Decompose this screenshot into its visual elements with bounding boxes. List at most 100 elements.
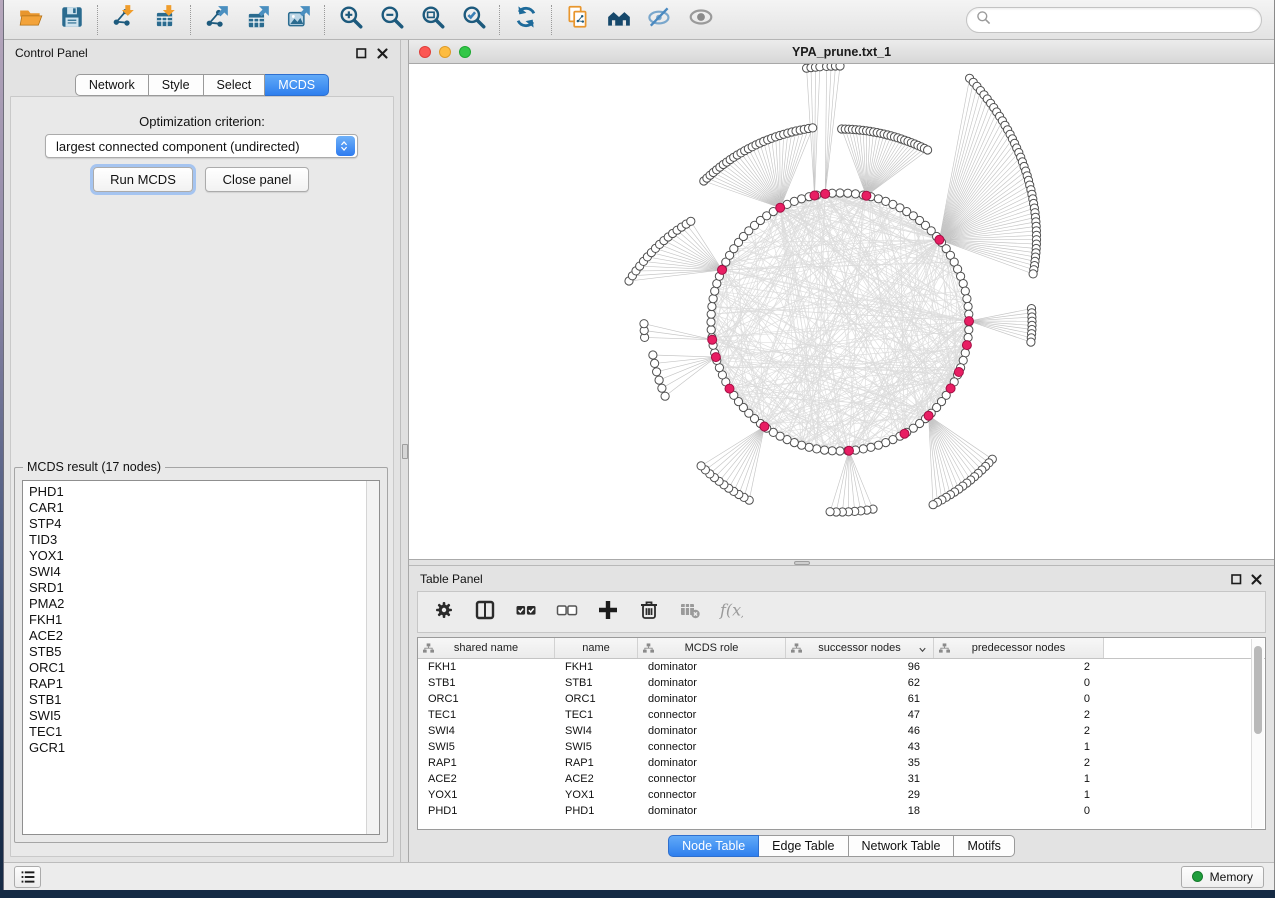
splitter-handle[interactable] bbox=[402, 444, 408, 459]
zoom-out-button[interactable] bbox=[371, 3, 412, 36]
export-image-button[interactable] bbox=[278, 3, 319, 36]
save-button[interactable] bbox=[51, 3, 92, 36]
import-table-button[interactable] bbox=[144, 3, 185, 36]
mcds-result-item[interactable]: ORC1 bbox=[23, 660, 379, 676]
float-icon[interactable] bbox=[355, 47, 368, 60]
mcds-result-item[interactable]: SRD1 bbox=[23, 580, 379, 596]
tab-network-table[interactable]: Network Table bbox=[849, 835, 955, 857]
cell-predecessor-nodes: 1 bbox=[934, 739, 1104, 755]
mcds-result-list[interactable]: PHD1CAR1STP4TID3YOX1SWI4SRD1PMA2FKH1ACE2… bbox=[22, 480, 380, 835]
mcds-result-item[interactable]: PMA2 bbox=[23, 596, 379, 612]
mcds-result-item[interactable]: STB5 bbox=[23, 644, 379, 660]
mcds-result-item[interactable]: ACE2 bbox=[23, 628, 379, 644]
zoom-selected-icon bbox=[461, 4, 487, 35]
close-icon[interactable] bbox=[376, 47, 389, 60]
mcds-result-item[interactable]: GCR1 bbox=[23, 740, 379, 756]
mcds-result-item[interactable]: STB1 bbox=[23, 692, 379, 708]
app-window: Control Panel NetworkStyleSelectMCDS Opt… bbox=[3, 0, 1275, 890]
show-all-button[interactable] bbox=[680, 3, 721, 36]
delete-button[interactable] bbox=[633, 596, 665, 628]
column-header-name[interactable]: name bbox=[555, 638, 638, 658]
mcds-result-item[interactable]: CAR1 bbox=[23, 500, 379, 516]
zoom-selected-button[interactable] bbox=[453, 3, 494, 36]
table-row[interactable]: YOX1YOX1connector291 bbox=[418, 787, 1265, 803]
cell-name: SWI5 bbox=[555, 739, 638, 755]
export-network-button[interactable] bbox=[196, 3, 237, 36]
search-field[interactable] bbox=[966, 7, 1262, 33]
table-row[interactable]: PHD1PHD1dominator180 bbox=[418, 803, 1265, 819]
toolbar-separator bbox=[97, 5, 98, 35]
mcds-result-item[interactable]: TEC1 bbox=[23, 724, 379, 740]
gear-button[interactable] bbox=[428, 596, 460, 628]
column-header-MCDS-role[interactable]: MCDS role bbox=[638, 638, 786, 658]
columns-button[interactable] bbox=[469, 596, 501, 628]
import-network-icon bbox=[111, 4, 137, 35]
sort-desc-icon bbox=[918, 645, 927, 652]
cell-MCDS-role: connector bbox=[638, 787, 786, 803]
tab-motifs[interactable]: Motifs bbox=[954, 835, 1014, 857]
add-icon bbox=[596, 598, 620, 627]
column-header-successor-nodes[interactable]: successor nodes bbox=[786, 638, 934, 658]
run-mcds-button[interactable]: Run MCDS bbox=[93, 167, 193, 192]
open-folder-button[interactable] bbox=[10, 3, 51, 36]
cell-name: PHD1 bbox=[555, 803, 638, 819]
table-row[interactable]: TEC1TEC1connector472 bbox=[418, 707, 1265, 723]
mcds-result-item[interactable]: PHD1 bbox=[23, 484, 379, 500]
refresh-icon bbox=[513, 4, 539, 35]
mcds-result-item[interactable]: TID3 bbox=[23, 532, 379, 548]
network-titlebar: YPA_prune.txt_1 bbox=[409, 40, 1274, 64]
cell-predecessor-nodes: 2 bbox=[934, 659, 1104, 675]
mcds-result-item[interactable]: FKH1 bbox=[23, 612, 379, 628]
network-canvas[interactable] bbox=[409, 64, 1274, 559]
copy-document-button[interactable] bbox=[557, 3, 598, 36]
table-row[interactable]: FKH1FKH1dominator962 bbox=[418, 659, 1265, 675]
tab-node-table[interactable]: Node Table bbox=[668, 835, 759, 857]
mcds-result-item[interactable]: STP4 bbox=[23, 516, 379, 532]
mcds-list-scrollbar[interactable] bbox=[366, 481, 379, 834]
table-scrollbar-thumb[interactable] bbox=[1254, 646, 1262, 734]
column-header-shared-name[interactable]: shared name bbox=[418, 638, 555, 658]
search-input[interactable] bbox=[996, 13, 1252, 27]
refresh-button[interactable] bbox=[505, 3, 546, 36]
zoom-in-button[interactable] bbox=[330, 3, 371, 36]
table-splitter-handle[interactable] bbox=[794, 561, 810, 565]
minimize-traffic-light[interactable] bbox=[439, 46, 451, 58]
mcds-result-item[interactable]: SWI4 bbox=[23, 564, 379, 580]
mcds-result-item[interactable]: RAP1 bbox=[23, 676, 379, 692]
close-icon[interactable] bbox=[1250, 573, 1263, 586]
table-row[interactable]: RAP1RAP1dominator352 bbox=[418, 755, 1265, 771]
close-panel-button[interactable]: Close panel bbox=[205, 167, 309, 192]
delete-icon bbox=[637, 598, 661, 627]
tab-network[interactable]: Network bbox=[75, 74, 149, 96]
zoom-fit-button[interactable] bbox=[412, 3, 453, 36]
table-row[interactable]: STB1STB1dominator620 bbox=[418, 675, 1265, 691]
select-all-button[interactable] bbox=[510, 596, 542, 628]
table-row[interactable]: ACE2ACE2connector311 bbox=[418, 771, 1265, 787]
task-history-button[interactable] bbox=[14, 866, 41, 888]
maximize-traffic-light[interactable] bbox=[459, 46, 471, 58]
add-button[interactable] bbox=[592, 596, 624, 628]
tab-style[interactable]: Style bbox=[149, 74, 204, 96]
export-table-button[interactable] bbox=[237, 3, 278, 36]
export-table-icon bbox=[245, 4, 271, 35]
unselect-all-button[interactable] bbox=[551, 596, 583, 628]
import-network-button[interactable] bbox=[103, 3, 144, 36]
tab-mcds[interactable]: MCDS bbox=[265, 74, 329, 96]
select-all-icon bbox=[514, 598, 538, 627]
close-traffic-light[interactable] bbox=[419, 46, 431, 58]
column-header-predecessor-nodes[interactable]: predecessor nodes bbox=[934, 638, 1104, 658]
memory-button[interactable]: Memory bbox=[1181, 866, 1264, 888]
tab-edge-table[interactable]: Edge Table bbox=[759, 835, 848, 857]
panel-splitter[interactable] bbox=[400, 40, 409, 862]
mcds-result-item[interactable]: SWI5 bbox=[23, 708, 379, 724]
table-row[interactable]: ORC1ORC1dominator610 bbox=[418, 691, 1265, 707]
table-row[interactable]: SWI5SWI5connector431 bbox=[418, 739, 1265, 755]
mcds-result-item[interactable]: YOX1 bbox=[23, 548, 379, 564]
table-scrollbar[interactable] bbox=[1251, 639, 1264, 828]
optimization-criterion-dropdown[interactable]: largest connected component (undirected) bbox=[45, 134, 358, 158]
hide-selected-button[interactable] bbox=[639, 3, 680, 36]
float-icon[interactable] bbox=[1230, 573, 1243, 586]
first-neighbors-button[interactable] bbox=[598, 3, 639, 36]
tab-select[interactable]: Select bbox=[204, 74, 266, 96]
table-row[interactable]: SWI4SWI4dominator462 bbox=[418, 723, 1265, 739]
